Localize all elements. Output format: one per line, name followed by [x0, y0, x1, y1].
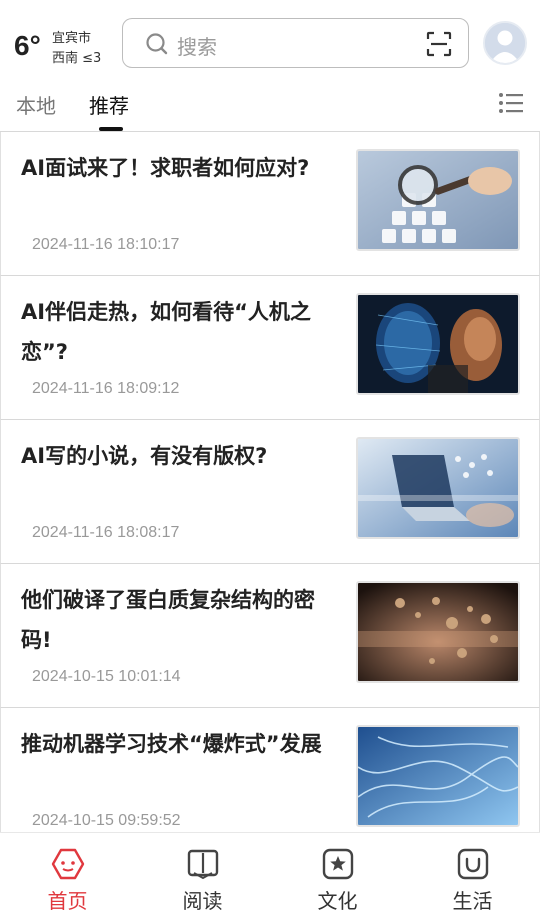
article-thumbnail[interactable]	[356, 293, 520, 395]
nav-home-label: 首页	[47, 889, 88, 913]
life-bag-icon	[457, 848, 488, 880]
channel-menu-icon[interactable]	[498, 92, 524, 114]
nav-read-label: 阅读	[182, 889, 223, 913]
search-input[interactable]: 搜索	[177, 31, 217, 60]
article-title[interactable]: 推动机器学习技术“爆炸式”发展	[21, 724, 336, 764]
nav-home[interactable]: 首页	[0, 833, 135, 919]
article-thumbnail[interactable]	[356, 437, 520, 539]
active-tab-indicator	[99, 127, 123, 131]
home-icon	[51, 848, 84, 880]
scan-icon[interactable]	[426, 31, 452, 57]
list-item[interactable]: AI面试来了！求职者如何应对? 2024-11-16 18:10:17	[0, 132, 540, 276]
weather-wind: 西南 ≤3	[52, 51, 102, 66]
article-thumbnail[interactable]	[356, 581, 520, 683]
laptop-hologram-image	[358, 439, 518, 537]
article-time: 2024-11-16 18:09:12	[32, 380, 180, 397]
nav-read[interactable]: 阅读	[135, 833, 270, 919]
hiring-magnifier-image	[358, 151, 518, 249]
article-title[interactable]: AI伴侣走热，如何看待“人机之恋”?	[21, 292, 336, 372]
tab-local[interactable]: 本地	[16, 90, 56, 119]
tab-recommend[interactable]: 推荐	[89, 90, 129, 119]
article-title[interactable]: AI写的小说，有没有版权?	[21, 436, 336, 476]
article-time: 2024-10-15 10:01:14	[32, 668, 181, 685]
protein-particles-image	[358, 583, 518, 681]
neural-fiber-image	[358, 727, 518, 825]
article-time: 2024-11-16 18:08:17	[32, 524, 180, 541]
bottom-nav: 首页 阅读 文化 生活	[0, 832, 540, 919]
book-icon	[187, 849, 218, 880]
article-title[interactable]: AI面试来了！求职者如何应对?	[21, 148, 336, 188]
culture-star-icon	[322, 848, 353, 880]
news-feed[interactable]: AI面试来了！求职者如何应对? 2024-11-16 18:10:17 AI伴侣…	[0, 132, 540, 832]
list-item[interactable]: 推动机器学习技术“爆炸式”发展 2024-10-15 09:59:52	[0, 708, 540, 832]
article-thumbnail[interactable]	[356, 149, 520, 251]
article-time: 2024-10-15 09:59:52	[32, 812, 181, 829]
nav-culture[interactable]: 文化	[270, 833, 405, 919]
weather-temperature[interactable]: 6°	[14, 30, 41, 62]
list-item[interactable]: 他们破译了蛋白质复杂结构的密码! 2024-10-15 10:01:14	[0, 564, 540, 708]
article-time: 2024-11-16 18:10:17	[32, 236, 180, 253]
list-item[interactable]: AI伴侣走热，如何看待“人机之恋”? 2024-11-16 18:09:12	[0, 276, 540, 420]
user-avatar-icon	[485, 23, 525, 63]
top-header: 6° 宜宾市 西南 ≤3 搜索	[0, 0, 540, 74]
ai-face-image	[358, 295, 518, 393]
article-title[interactable]: 他们破译了蛋白质复杂结构的密码!	[21, 580, 336, 660]
search-icon	[146, 33, 168, 55]
nav-life[interactable]: 生活	[405, 833, 540, 919]
channel-tabs: 本地 推荐	[0, 74, 540, 132]
avatar[interactable]	[483, 21, 527, 65]
search-bar[interactable]: 搜索	[122, 18, 469, 68]
nav-life-label: 生活	[452, 889, 493, 913]
nav-culture-label: 文化	[317, 889, 358, 913]
weather-city[interactable]: 宜宾市	[52, 27, 91, 46]
list-item[interactable]: AI写的小说，有没有版权? 2024-11-16 18:08:17	[0, 420, 540, 564]
article-thumbnail[interactable]	[356, 725, 520, 827]
